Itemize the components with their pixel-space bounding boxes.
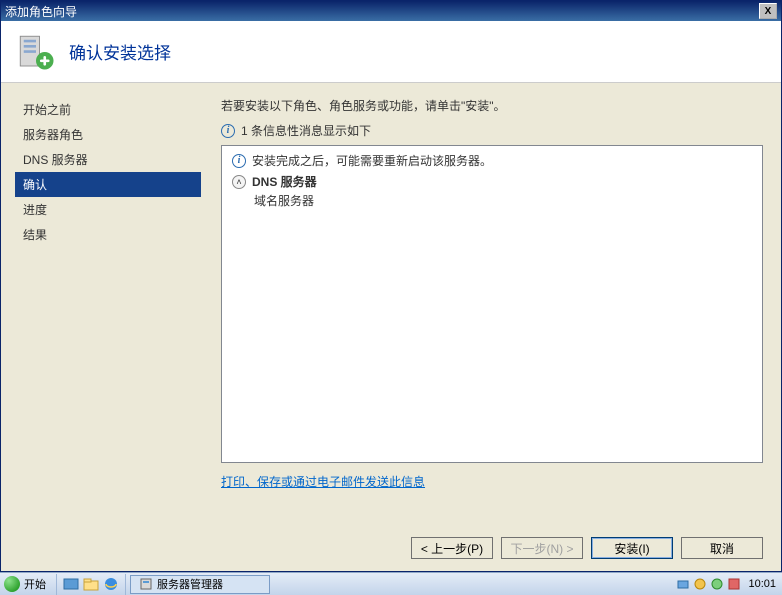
- sidebar: 开始之前 服务器角色 DNS 服务器 确认 进度 结果: [1, 83, 201, 525]
- page-title: 确认安装选择: [69, 39, 171, 64]
- sidebar-item-server-roles[interactable]: 服务器角色: [15, 122, 201, 147]
- system-tray: 10:01: [674, 577, 782, 591]
- tray-icon-1[interactable]: [676, 577, 690, 591]
- info-icon: i: [221, 124, 235, 138]
- cancel-button[interactable]: 取消: [681, 537, 763, 559]
- wizard-window: 添加角色向导 X 确认安装选择 开始之前 服务器角色 DNS 服务器 确认 进度…: [0, 0, 782, 572]
- tray-icon-2[interactable]: [693, 577, 707, 591]
- content-area: 若要安装以下角色、角色服务或功能，请单击"安装"。 i 1 条信息性消息显示如下…: [201, 83, 781, 525]
- confirmation-panel: i 安装完成之后，可能需要重新启动该服务器。 ˄ DNS 服务器 域名服务器: [221, 145, 763, 463]
- taskbar-item-label: 服务器管理器: [157, 576, 223, 592]
- tray-icon-3[interactable]: [710, 577, 724, 591]
- link-row: 打印、保存或通过电子邮件发送此信息: [221, 473, 763, 490]
- install-button[interactable]: 安装(I): [591, 537, 673, 559]
- previous-button[interactable]: < 上一步(P): [411, 537, 493, 559]
- start-orb-icon: [4, 576, 20, 592]
- window-title: 添加角色向导: [5, 3, 759, 20]
- role-description: 域名服务器: [232, 192, 752, 209]
- start-label: 开始: [24, 576, 46, 592]
- server-manager-icon: [139, 577, 153, 591]
- ie-icon[interactable]: [103, 576, 119, 592]
- wizard-icon: [15, 31, 57, 73]
- chevron-up-icon[interactable]: ˄: [232, 175, 246, 189]
- sidebar-item-progress[interactable]: 进度: [15, 197, 201, 222]
- info-summary: i 1 条信息性消息显示如下: [221, 122, 763, 139]
- panel-message-row: i 安装完成之后，可能需要重新启动该服务器。: [232, 152, 752, 169]
- sidebar-item-confirm[interactable]: 确认: [15, 172, 201, 197]
- taskbar: 开始 服务器管理器 10:01: [0, 572, 782, 595]
- taskbar-item-server-manager[interactable]: 服务器管理器: [130, 575, 270, 594]
- close-button[interactable]: X: [759, 3, 777, 19]
- titlebar[interactable]: 添加角色向导 X: [1, 1, 781, 21]
- tray-icon-4[interactable]: [727, 577, 741, 591]
- header: 确认安装选择: [1, 21, 781, 83]
- print-save-email-link[interactable]: 打印、保存或通过电子邮件发送此信息: [221, 475, 425, 489]
- wizard-body: 开始之前 服务器角色 DNS 服务器 确认 进度 结果 若要安装以下角色、角色服…: [1, 83, 781, 525]
- info-icon: i: [232, 154, 246, 168]
- role-row: ˄ DNS 服务器: [232, 173, 752, 190]
- intro-text: 若要安装以下角色、角色服务或功能，请单击"安装"。: [221, 97, 763, 114]
- info-count-text: 1 条信息性消息显示如下: [241, 122, 371, 139]
- explorer-icon[interactable]: [83, 576, 99, 592]
- start-button[interactable]: 开始: [0, 574, 57, 595]
- close-icon: X: [765, 6, 772, 17]
- role-title: DNS 服务器: [252, 173, 317, 190]
- show-desktop-icon[interactable]: [63, 576, 79, 592]
- button-bar: < 上一步(P) 下一步(N) > 安装(I) 取消: [1, 525, 781, 571]
- panel-message: 安装完成之后，可能需要重新启动该服务器。: [252, 152, 492, 169]
- sidebar-item-results[interactable]: 结果: [15, 222, 201, 247]
- clock[interactable]: 10:01: [744, 578, 780, 590]
- next-button: 下一步(N) >: [501, 537, 583, 559]
- sidebar-item-dns-server[interactable]: DNS 服务器: [15, 147, 201, 172]
- quick-launch: [57, 574, 126, 595]
- sidebar-item-before-begin[interactable]: 开始之前: [15, 97, 201, 122]
